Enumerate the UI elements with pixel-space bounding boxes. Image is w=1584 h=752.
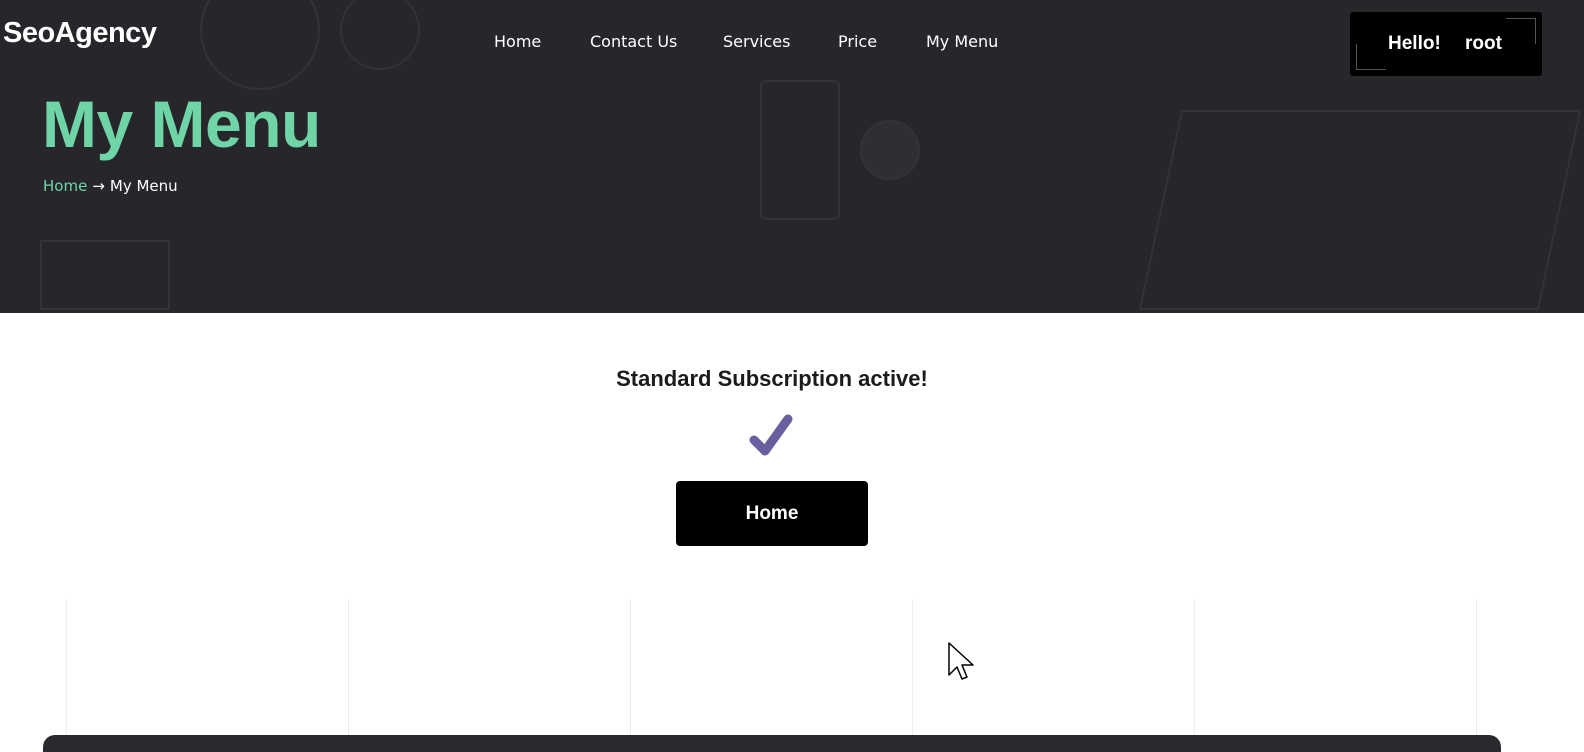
divider	[66, 599, 67, 735]
decorative-shape	[1138, 110, 1582, 310]
nav-item-price[interactable]: Price	[838, 32, 877, 51]
nav-item-home[interactable]: Home	[494, 32, 541, 51]
divider	[912, 599, 913, 735]
subscription-status-message: Standard Subscription active!	[616, 366, 928, 391]
breadcrumb-current: My Menu	[109, 177, 178, 195]
username-text: root	[1465, 33, 1502, 54]
page-title: My Menu	[42, 87, 321, 161]
decorative-shape	[860, 120, 920, 180]
footer-panel	[43, 735, 1501, 752]
decorative-shape	[760, 80, 840, 220]
divider	[630, 599, 631, 735]
hero-banner: SeoAgency Home Contact Us Services Price…	[0, 0, 1584, 313]
decorative-shape	[40, 240, 170, 310]
mouse-cursor-icon	[948, 642, 974, 680]
nav-item-contact-us[interactable]: Contact Us	[590, 32, 677, 51]
divider	[348, 599, 349, 735]
decorative-corner	[1356, 44, 1386, 70]
check-icon	[749, 414, 793, 456]
breadcrumb-home-link[interactable]: Home	[43, 177, 87, 195]
breadcrumb: Home → My Menu	[43, 177, 178, 199]
decorative-corner	[1506, 18, 1536, 44]
nav-item-services[interactable]: Services	[723, 32, 790, 51]
arrow-right-icon: →	[92, 177, 105, 195]
user-greeting-button[interactable]: Hello! root	[1350, 12, 1542, 76]
home-button[interactable]: Home	[676, 481, 868, 546]
nav-item-my-menu[interactable]: My Menu	[926, 32, 998, 51]
greeting-text: Hello!	[1388, 33, 1441, 54]
divider	[1194, 599, 1195, 735]
main-nav: Home Contact Us Services Price My Menu	[0, 32, 1584, 56]
divider	[1476, 599, 1477, 735]
